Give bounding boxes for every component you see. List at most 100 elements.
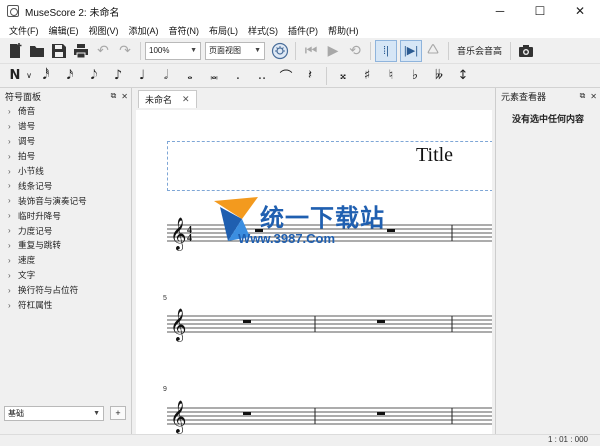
- menu-plugins[interactable]: 插件(P): [283, 24, 323, 37]
- chevron-right-icon: ›: [8, 106, 11, 116]
- chevron-down-icon[interactable]: ∨: [24, 66, 34, 86]
- duration-breve-button[interactable]: 𝅜: [202, 66, 226, 86]
- chevron-down-icon: ▼: [93, 409, 100, 417]
- float-panel-icon[interactable]: ⧉: [111, 91, 117, 101]
- camera-icon[interactable]: [515, 40, 537, 62]
- duration-16th-button[interactable]: 𝅘𝅥𝅮: [82, 66, 106, 86]
- tab-untitled[interactable]: 未命名 ✕: [138, 90, 197, 108]
- menu-edit[interactable]: 编辑(E): [44, 24, 84, 37]
- repeat-playback-icon[interactable]: ⁞|: [375, 39, 397, 62]
- play-icon[interactable]: ▶: [322, 40, 344, 62]
- menu-layout[interactable]: 布局(L): [204, 24, 243, 37]
- palette-item-lines[interactable]: › 线条记号: [8, 178, 131, 193]
- redo-icon[interactable]: ↷: [114, 40, 136, 62]
- score-page[interactable]: Title 𝄞 4 4 5 𝄞 9 𝄞: [136, 110, 492, 434]
- palette-item-clefs[interactable]: › 谱号: [8, 119, 131, 134]
- double-dot-button[interactable]: ..: [250, 66, 274, 86]
- print-icon[interactable]: [70, 40, 92, 62]
- mixer-icon[interactable]: [269, 40, 291, 62]
- pan-score-icon[interactable]: |▶|: [400, 39, 422, 62]
- palette-item-grace-notes[interactable]: › 倚音: [8, 104, 131, 119]
- open-folder-icon[interactable]: [26, 40, 48, 62]
- measure-number: 9: [163, 386, 167, 393]
- rewind-icon[interactable]: ⏮: [300, 40, 322, 62]
- palette-item-label: 装饰音与演奏记号: [18, 195, 87, 206]
- toolbar-separator: [326, 66, 327, 85]
- float-panel-icon[interactable]: ⧉: [580, 91, 586, 101]
- loop-icon[interactable]: ⟲: [344, 40, 366, 62]
- inspector-panel-header: 元素查看器 ⧉ ✕: [496, 88, 600, 104]
- flip-direction-button[interactable]: ↕: [451, 66, 475, 86]
- treble-clef[interactable]: 𝄞: [170, 217, 187, 251]
- close-button[interactable]: ✕: [560, 0, 600, 22]
- menu-add[interactable]: 添加(A): [124, 24, 164, 37]
- palette-item-text[interactable]: › 文字: [8, 268, 131, 283]
- palette-item-key-signatures[interactable]: › 调号: [8, 134, 131, 149]
- palette-item-label: 换行符与占位符: [18, 285, 79, 296]
- palette-footer: 基础 ▼ +: [4, 404, 128, 422]
- tie-button[interactable]: ⌒: [274, 66, 298, 86]
- playback-position: 1 : 01 : 000: [547, 435, 588, 444]
- note-input-mode-button[interactable]: N: [6, 66, 24, 86]
- menu-view[interactable]: 视图(V): [84, 24, 124, 37]
- palette-item-breaks[interactable]: › 换行符与占位符: [8, 283, 131, 298]
- duration-8th-button[interactable]: ♪: [106, 66, 130, 86]
- menu-file[interactable]: 文件(F): [4, 24, 44, 37]
- duration-whole-button[interactable]: 𝅝: [178, 66, 202, 86]
- treble-clef[interactable]: 𝄞: [170, 308, 187, 342]
- double-flat-button[interactable]: 𝄫: [427, 66, 451, 86]
- menu-style[interactable]: 样式(S): [243, 24, 283, 37]
- duration-32nd-button[interactable]: 𝅘𝅥𝅯: [58, 66, 82, 86]
- treble-clef[interactable]: 𝄞: [170, 400, 187, 434]
- palette-item-repeats[interactable]: › 重复与跳转: [8, 238, 131, 253]
- palette-item-ornaments[interactable]: › 装饰音与演奏记号: [8, 193, 131, 208]
- concert-pitch-button[interactable]: 音乐会音高: [453, 44, 506, 57]
- flat-button[interactable]: ♭: [403, 66, 427, 86]
- chevron-down-icon: ▼: [190, 47, 197, 54]
- chevron-right-icon: ›: [8, 136, 11, 146]
- palette-item-time-signatures[interactable]: › 拍号: [8, 149, 131, 164]
- palette-item-label: 拍号: [18, 151, 36, 162]
- whole-rest[interactable]: [377, 320, 385, 323]
- staff-system-2[interactable]: 5 𝄞: [163, 295, 492, 342]
- natural-button[interactable]: ♮: [379, 66, 403, 86]
- metronome-icon[interactable]: 🛆: [422, 40, 444, 62]
- chevron-right-icon: ›: [8, 211, 11, 221]
- palette-item-beam-properties[interactable]: › 符杠属性: [8, 298, 131, 313]
- chevron-right-icon: ›: [8, 121, 11, 131]
- save-icon[interactable]: [48, 40, 70, 62]
- time-signature-bottom[interactable]: 4: [187, 233, 192, 244]
- double-sharp-button[interactable]: 𝄪: [331, 66, 355, 86]
- menu-notes[interactable]: 音符(N): [164, 24, 205, 37]
- duration-64th-button[interactable]: 𝅘𝅥𝅰: [34, 66, 58, 86]
- duration-quarter-button[interactable]: ♩: [130, 66, 154, 86]
- whole-rest[interactable]: [243, 412, 251, 415]
- chevron-right-icon: ›: [8, 285, 11, 295]
- whole-rest[interactable]: [243, 320, 251, 323]
- maximize-button[interactable]: ☐: [520, 0, 560, 22]
- augmentation-dot-button[interactable]: .: [226, 66, 250, 86]
- close-panel-icon[interactable]: ✕: [590, 92, 597, 101]
- duration-half-button[interactable]: 𝅗𝅥: [154, 66, 178, 86]
- palette-item-barlines[interactable]: › 小节线: [8, 164, 131, 179]
- palette-item-accidentals[interactable]: › 临时升降号: [8, 208, 131, 223]
- sharp-button[interactable]: ♯: [355, 66, 379, 86]
- palette-item-tempo[interactable]: › 速度: [8, 253, 131, 268]
- add-workspace-button[interactable]: +: [110, 406, 126, 420]
- score-canvas[interactable]: Title 𝄞 4 4 5 𝄞 9 𝄞: [136, 110, 492, 434]
- close-tab-icon[interactable]: ✕: [182, 94, 190, 105]
- whole-rest[interactable]: [377, 412, 385, 415]
- undo-icon[interactable]: ↶: [92, 40, 114, 62]
- workspace-select[interactable]: 基础 ▼: [4, 405, 104, 421]
- palette-item-dynamics[interactable]: › 力度记号: [8, 223, 131, 238]
- new-score-icon[interactable]: [4, 40, 26, 62]
- palette-panel-title: 符号面板: [5, 91, 42, 102]
- toolbar-separator: [295, 41, 296, 60]
- close-panel-icon[interactable]: ✕: [121, 92, 128, 101]
- rest-button[interactable]: 𝄽: [298, 66, 322, 86]
- zoom-select[interactable]: 100% ▼: [145, 41, 201, 60]
- view-mode-select[interactable]: 页面视图 ▼: [205, 41, 265, 60]
- menu-help[interactable]: 帮助(H): [323, 24, 364, 37]
- staff-system-3[interactable]: 9 𝄞: [163, 386, 492, 434]
- minimize-button[interactable]: ─: [480, 0, 520, 22]
